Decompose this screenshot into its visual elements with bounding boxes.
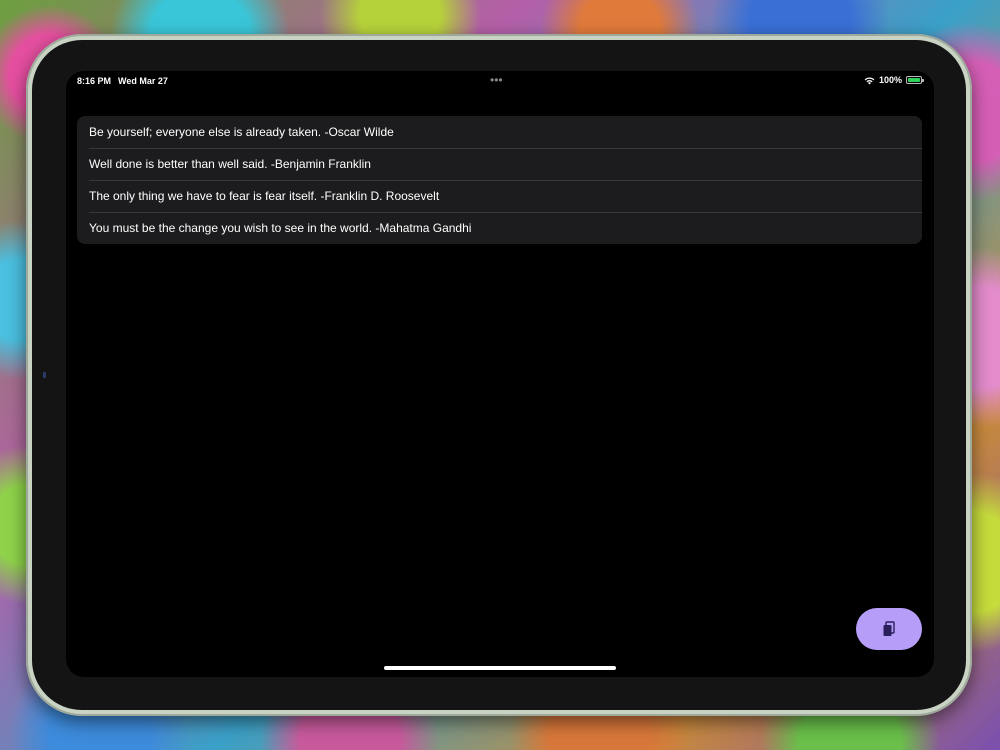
quote-item[interactable]: Well done is better than well said. -Ben… [77,148,922,180]
battery-percent: 100% [878,75,902,85]
status-time: 8:16 PM [77,76,112,86]
side-camera [43,372,46,378]
status-date: Wed Mar 27 [118,76,168,86]
status-bar: 8:16 PM Wed Mar 27 ••• 100% [66,71,934,91]
quote-item[interactable]: The only thing we have to fear is fear i… [77,180,922,212]
quote-item[interactable]: Be yourself; everyone else is already ta… [77,116,922,148]
battery-icon [906,76,924,84]
quote-item[interactable]: You must be the change you wish to see i… [77,212,922,244]
status-right: 100% [864,75,924,85]
multitasking-dots-icon[interactable]: ••• [490,73,503,87]
copy-icon [883,621,895,636]
screen: 8:16 PM Wed Mar 27 ••• 100% Be yourself;… [66,71,934,677]
quote-list: Be yourself; everyone else is already ta… [77,116,922,244]
home-indicator[interactable] [384,666,616,670]
wifi-icon [864,76,875,85]
copy-fab-button[interactable] [856,608,922,650]
